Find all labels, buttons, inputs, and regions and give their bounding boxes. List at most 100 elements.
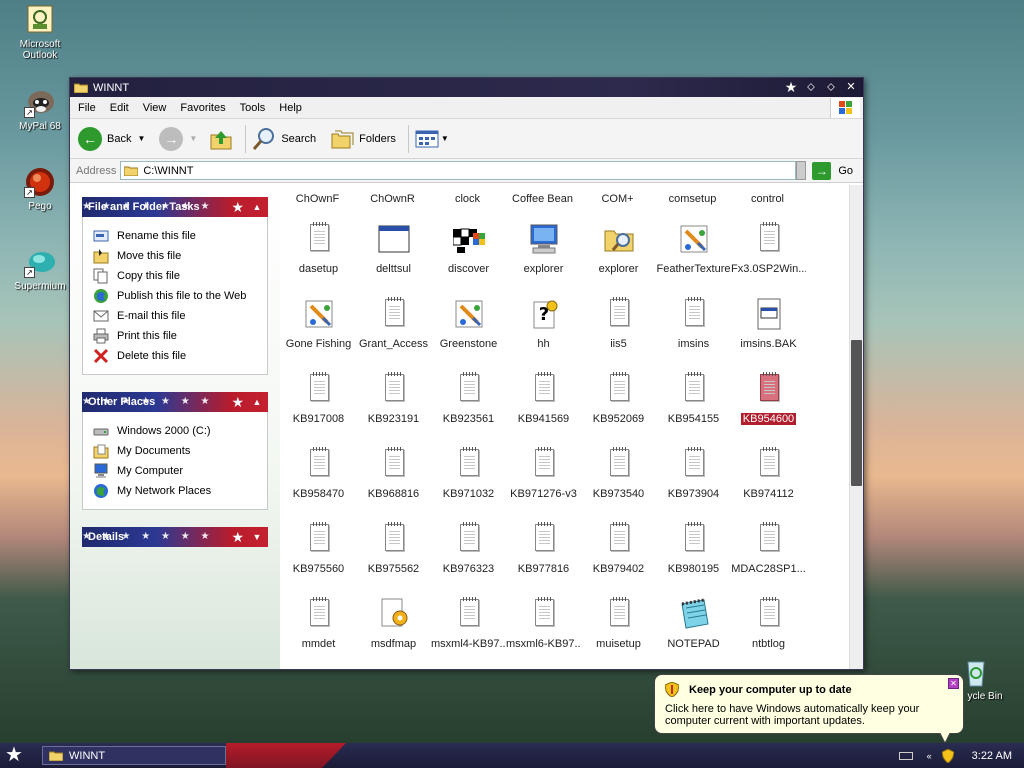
taskbar-button-winnt[interactable]: WINNT [42, 746, 226, 765]
file-tasks-header[interactable]: ★ ★ ★ ★ ★ ★ ★ ★ ★ ★ File and Folder Task… [82, 197, 268, 217]
file-item[interactable]: msxml6-KB97... [506, 597, 581, 669]
file-item[interactable]: KB941569 [506, 372, 581, 445]
task-copy-file[interactable]: Copy this file [93, 266, 257, 286]
file-item[interactable]: ntbtlog [731, 597, 806, 669]
file-label[interactable]: control [730, 193, 805, 205]
vertical-scrollbar[interactable] [849, 185, 863, 669]
update-shield-icon[interactable] [941, 748, 954, 763]
file-label[interactable]: ChOwnF [280, 193, 355, 205]
file-item[interactable]: KB954155 [656, 372, 731, 445]
address-input[interactable]: C:\WINNT [120, 161, 797, 180]
file-item[interactable]: FeatherTexture [656, 223, 731, 295]
task-publish-web[interactable]: Publish this file to the Web [93, 286, 257, 306]
file-item[interactable]: msxml4-KB97... [431, 597, 506, 669]
desktop-icon-supermium[interactable]: ↗ Supermium [8, 246, 72, 292]
file-item[interactable]: KB973540 [581, 447, 656, 520]
go-button[interactable]: → Go [812, 161, 853, 180]
file-item[interactable]: delttsul [356, 223, 431, 295]
file-item[interactable]: KB975560 [281, 522, 356, 595]
other-places-header[interactable]: ★ ★ ★ ★ ★ ★ ★ ★ ★ ★ Other Places ★ ▲ [82, 392, 268, 412]
clock[interactable]: 3:22 AM [972, 750, 1012, 762]
file-item[interactable]: explorer [581, 223, 656, 295]
forward-button[interactable]: → ▼ [159, 126, 197, 151]
file-item[interactable]: Greenstone [431, 298, 506, 370]
file-item[interactable]: imsins.BAK [731, 298, 806, 370]
place-my-computer[interactable]: My Computer [93, 461, 257, 481]
expand-chevron-icon[interactable]: ▼ [250, 530, 264, 544]
title-bar[interactable]: WINNT ★ ⬦ ⬦ ✕ [70, 78, 863, 97]
desktop-icon-outlook[interactable]: Microsoft Outlook [8, 4, 72, 61]
keyboard-icon[interactable] [898, 751, 913, 760]
file-item[interactable]: NOTEPAD [656, 598, 731, 669]
file-item[interactable]: KB923191 [356, 372, 431, 445]
up-folder-button[interactable] [209, 127, 233, 151]
file-item[interactable]: KB923561 [431, 372, 506, 445]
file-item[interactable]: KB973904 [656, 447, 731, 520]
file-item[interactable]: KB954600 [731, 372, 806, 445]
file-item[interactable]: iis5 [581, 297, 656, 370]
task-move-file[interactable]: Move this file [93, 246, 257, 266]
file-item[interactable]: dasetup [281, 222, 356, 295]
file-item[interactable]: KB968816 [356, 447, 431, 520]
file-item[interactable]: discover [431, 223, 506, 295]
back-button[interactable]: ← Back ▼ [78, 126, 145, 151]
menu-help[interactable]: Help [279, 102, 302, 114]
file-item[interactable]: Gone Fishing [281, 298, 356, 370]
scrollbar-thumb[interactable] [851, 340, 862, 486]
desktop-icon-pego[interactable]: ↗ Pego [8, 166, 72, 212]
folders-button[interactable]: Folders [330, 128, 396, 150]
file-item[interactable]: KB980195 [656, 522, 731, 595]
desktop-icon-mypal[interactable]: ↗ MyPal 68 [8, 86, 72, 132]
collapse-chevron-icon[interactable]: ▲ [250, 395, 264, 409]
menu-favorites[interactable]: Favorites [180, 102, 225, 114]
task-email-file[interactable]: E-mail this file [93, 306, 257, 326]
file-item[interactable]: KB979402 [581, 522, 656, 595]
details-header[interactable]: ★ ★ ★ ★ ★ ★ ★ ★ ★ ★ Details ★ ▼ [82, 527, 268, 547]
file-label[interactable]: ChOwnR [355, 193, 430, 205]
task-delete-file[interactable]: Delete this file [93, 346, 257, 366]
file-item[interactable]: explorer [506, 223, 581, 295]
maximize-button[interactable]: ⬦ [823, 80, 839, 95]
address-dropdown-button[interactable] [796, 161, 807, 180]
minimize-button[interactable]: ⬦ [803, 80, 819, 95]
file-item[interactable]: KB975562 [356, 522, 431, 595]
update-balloon[interactable]: Keep your computer up to date Click here… [654, 674, 964, 744]
file-item[interactable]: KB971032 [431, 447, 506, 520]
menu-view[interactable]: View [143, 102, 167, 114]
tray-chevron-icon[interactable]: « [927, 751, 932, 761]
file-item[interactable]: mmdet [281, 597, 356, 669]
menu-file[interactable]: File [78, 102, 96, 114]
file-item[interactable]: KB958470 [281, 447, 356, 520]
file-item[interactable]: Fx3.0SP2Win... [731, 222, 806, 295]
file-item[interactable]: KB976323 [431, 522, 506, 595]
start-button[interactable]: ★ [0, 743, 28, 768]
file-item[interactable]: KB917008 [281, 372, 356, 445]
menu-tools[interactable]: Tools [240, 102, 266, 114]
file-item[interactable]: MDAC28SP1... [731, 522, 806, 595]
file-item[interactable]: msdfmap [356, 598, 431, 669]
file-item[interactable]: Grant_Access [356, 297, 431, 370]
place-my-network-places[interactable]: My Network Places [93, 481, 257, 501]
file-item[interactable]: KB952069 [581, 372, 656, 445]
file-item[interactable]: ? hh [506, 298, 581, 370]
file-item[interactable]: muisetup [581, 597, 656, 669]
menu-edit[interactable]: Edit [110, 102, 129, 114]
place-windows-drive[interactable]: Windows 2000 (C:) [93, 421, 257, 441]
task-rename-file[interactable]: Rename this file [93, 226, 257, 246]
views-button[interactable]: ▼ [415, 129, 449, 149]
collapse-chevron-icon[interactable]: ▲ [250, 200, 264, 214]
task-print-file[interactable]: Print this file [93, 326, 257, 346]
shortcut-arrow-icon: ↗ [24, 107, 35, 118]
file-item[interactable]: KB971276-v3 [506, 447, 581, 520]
file-label[interactable]: Coffee Bean [505, 193, 580, 205]
file-item[interactable]: imsins [656, 297, 731, 370]
search-button[interactable]: Search [252, 127, 316, 151]
file-item[interactable]: KB974112 [731, 447, 806, 520]
file-label[interactable]: comsetup [655, 193, 730, 205]
close-button[interactable]: ✕ [843, 80, 859, 95]
balloon-close-button[interactable]: ✕ [948, 678, 959, 689]
file-label[interactable]: clock [430, 193, 505, 205]
file-label[interactable]: COM+ [580, 193, 655, 205]
place-my-documents[interactable]: My Documents [93, 441, 257, 461]
file-item[interactable]: KB977816 [506, 522, 581, 595]
